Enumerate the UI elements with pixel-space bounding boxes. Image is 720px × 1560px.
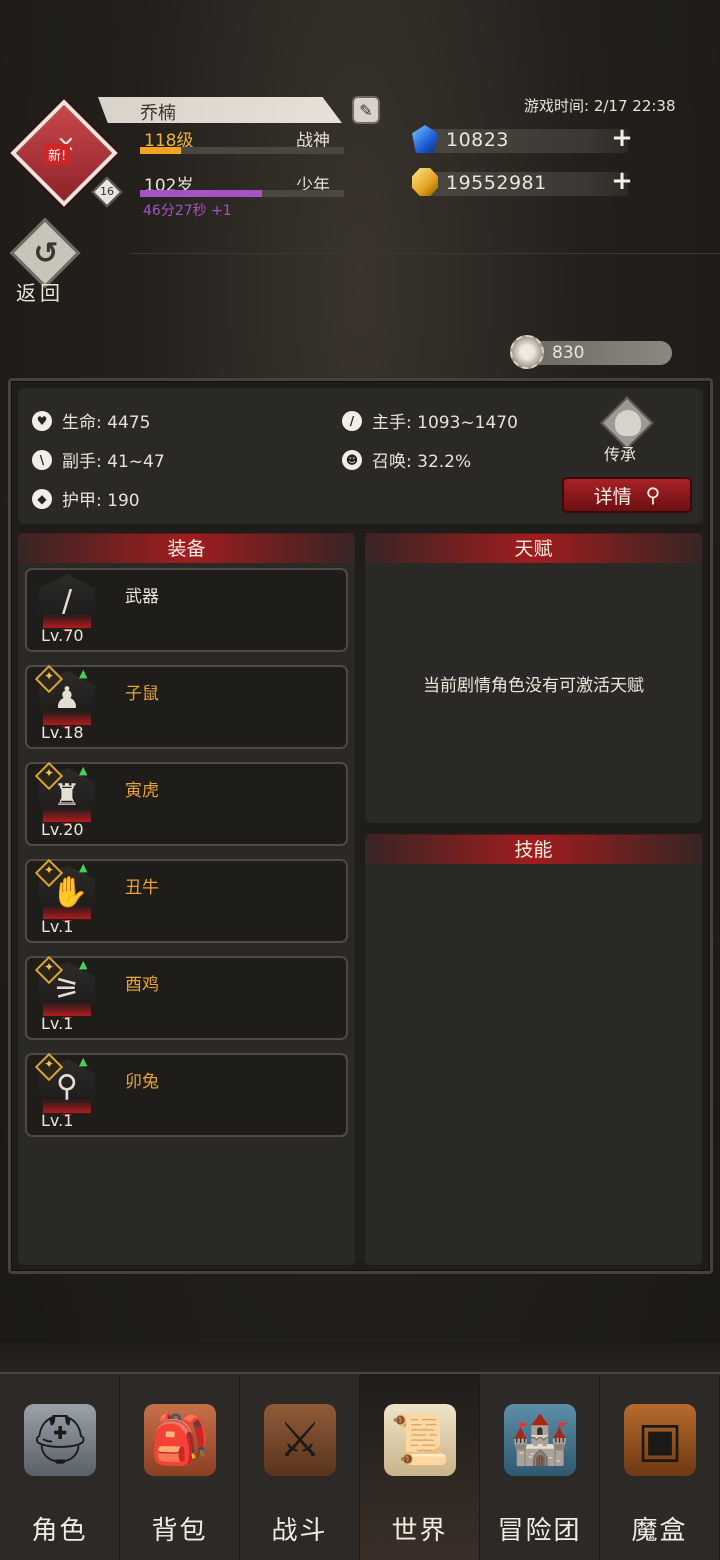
- power-value: 830: [552, 343, 585, 363]
- add-diamond-button[interactable]: +: [610, 125, 634, 151]
- upgrade-arrow-icon: ▲: [79, 764, 88, 777]
- power-sun-icon: [510, 335, 544, 369]
- scroll-icon: 📜: [384, 1404, 456, 1476]
- equipment-slot[interactable]: / Lv.70 武器: [25, 568, 348, 652]
- equipment-level: Lv.1: [41, 1111, 74, 1130]
- talent-section: 天赋 当前剧情角色没有可激活天赋: [365, 533, 702, 823]
- equipment-slot[interactable]: ♟▲Lv.18子鼠: [25, 664, 348, 749]
- nav-item[interactable]: 🏰 冒险团: [480, 1374, 600, 1560]
- talent-title: 天赋: [365, 533, 702, 563]
- player-avatar[interactable]: ✕ 新! 16: [10, 99, 123, 208]
- castle-icon: 🏰: [504, 1404, 576, 1476]
- nav-label: 世界: [391, 1516, 448, 1546]
- equipment-name: 卯兔: [125, 1072, 159, 1092]
- new-badge: 新!: [44, 144, 71, 165]
- nav-top-band: [0, 1342, 720, 1372]
- gold-amount: 19552981: [446, 172, 547, 194]
- stat-armor: ◆ 护甲: 190: [32, 486, 140, 511]
- dagger-icon: \: [32, 449, 52, 470]
- talent-empty-message: 当前剧情角色没有可激活天赋: [423, 676, 644, 696]
- back-button[interactable]: ↺ 返回: [9, 217, 81, 305]
- player-name: 乔楠: [140, 103, 176, 124]
- nav-item[interactable]: ⛑ 角色: [0, 1374, 120, 1560]
- nav-label: 背包: [151, 1516, 208, 1546]
- equipment-title: 装备: [18, 533, 355, 563]
- equipment-level: Lv.1: [41, 1014, 74, 1033]
- add-gold-button[interactable]: +: [610, 168, 634, 194]
- stat-off-hand: \ 副手: 41~47: [32, 447, 165, 472]
- nav-label: 魔盒: [631, 1516, 688, 1546]
- edit-icon: ✎: [359, 100, 373, 120]
- sword-icon: /: [342, 410, 362, 431]
- heart-icon: ♥: [32, 410, 52, 431]
- detail-label: 详情: [593, 485, 632, 508]
- header-divider: [130, 253, 720, 254]
- diamond-amount: 10823: [446, 129, 509, 151]
- level-progress-bar: [140, 147, 344, 154]
- power-indicator: 830: [510, 335, 672, 369]
- detail-button[interactable]: 详情 ⚲: [562, 477, 692, 513]
- magnifier-icon: ⚲: [645, 483, 661, 507]
- skill-section: 技能: [365, 834, 702, 1265]
- equipment-level: Lv.70: [41, 626, 84, 645]
- back-label: 返回: [16, 281, 64, 305]
- bottom-nav: ⛑ 角色 🎒 背包 ⚔ 战斗 📜 世界 🏰 冒险团 ▣ 魔盒: [0, 1372, 720, 1560]
- magic-box-icon: ▣: [624, 1404, 696, 1476]
- age-progress-bar: [140, 190, 344, 197]
- armor-icon: ◆: [32, 488, 52, 509]
- inherit-button[interactable]: 传承: [598, 396, 658, 464]
- name-plate: [98, 97, 342, 123]
- inherit-label: 传承: [604, 445, 637, 464]
- equipment-name: 寅虎: [125, 781, 159, 801]
- equipment-slot[interactable]: ⚞▲Lv.1酉鸡: [25, 955, 348, 1040]
- nav-item[interactable]: ⚔ 战斗: [240, 1374, 360, 1560]
- backpack-icon: 🎒: [144, 1404, 216, 1476]
- stat-main-hand: / 主手: 1093~1470: [342, 408, 518, 433]
- game-time: 游戏时间: 2/17 22:38: [524, 97, 676, 115]
- nav-label: 角色: [31, 1516, 88, 1546]
- nav-item[interactable]: 📜 世界: [360, 1374, 480, 1560]
- stat-hp: ♥ 生命: 4475: [32, 408, 150, 433]
- equipment-section: 装备 /Lv.70武器♟▲Lv.18子鼠♜▲Lv.20寅虎✋▲Lv.1丑牛⚞▲L…: [18, 533, 355, 1265]
- equipment-level: Lv.18: [41, 723, 84, 742]
- person-icon: [615, 410, 641, 436]
- equipment-level: Lv.1: [41, 917, 74, 936]
- gold-currency: 19552981 +: [412, 168, 634, 198]
- upgrade-arrow-icon: ▲: [79, 1055, 88, 1068]
- return-arrow-icon: ↺: [33, 236, 59, 271]
- equipment-name: 酉鸡: [125, 975, 159, 995]
- edit-name-button[interactable]: ✎: [352, 96, 380, 124]
- equipment-item-icon: /: [61, 584, 73, 619]
- equipment-slot[interactable]: ⚲▲Lv.1卯兔: [25, 1052, 348, 1137]
- nav-label: 战斗: [271, 1516, 328, 1546]
- upgrade-arrow-icon: ▲: [79, 667, 88, 680]
- nav-label: 冒险团: [497, 1516, 582, 1546]
- summon-icon: ☻: [342, 449, 362, 470]
- avatar-level-badge: 16: [91, 176, 123, 208]
- skill-title: 技能: [365, 834, 702, 864]
- equipment-name: 武器: [125, 587, 159, 607]
- equipment-level: Lv.20: [41, 820, 84, 839]
- helmet-icon: ⛑: [24, 1404, 96, 1476]
- sword-shield-icon: ⚔: [264, 1404, 336, 1476]
- nav-item[interactable]: ▣ 魔盒: [600, 1374, 720, 1560]
- stat-summon: ☻ 召唤: 32.2%: [342, 447, 471, 472]
- equipment-slot[interactable]: ✋▲Lv.1丑牛: [25, 858, 348, 943]
- upgrade-arrow-icon: ▲: [79, 861, 88, 874]
- age-timer: 46分27秒 +1: [143, 203, 232, 219]
- equipment-slot[interactable]: ♜▲Lv.20寅虎: [25, 761, 348, 846]
- equipment-name: 子鼠: [125, 684, 159, 704]
- upgrade-arrow-icon: ▲: [79, 958, 88, 971]
- diamond-currency: 10823 +: [412, 125, 634, 155]
- nav-item[interactable]: 🎒 背包: [120, 1374, 240, 1560]
- equipment-name: 丑牛: [125, 878, 159, 898]
